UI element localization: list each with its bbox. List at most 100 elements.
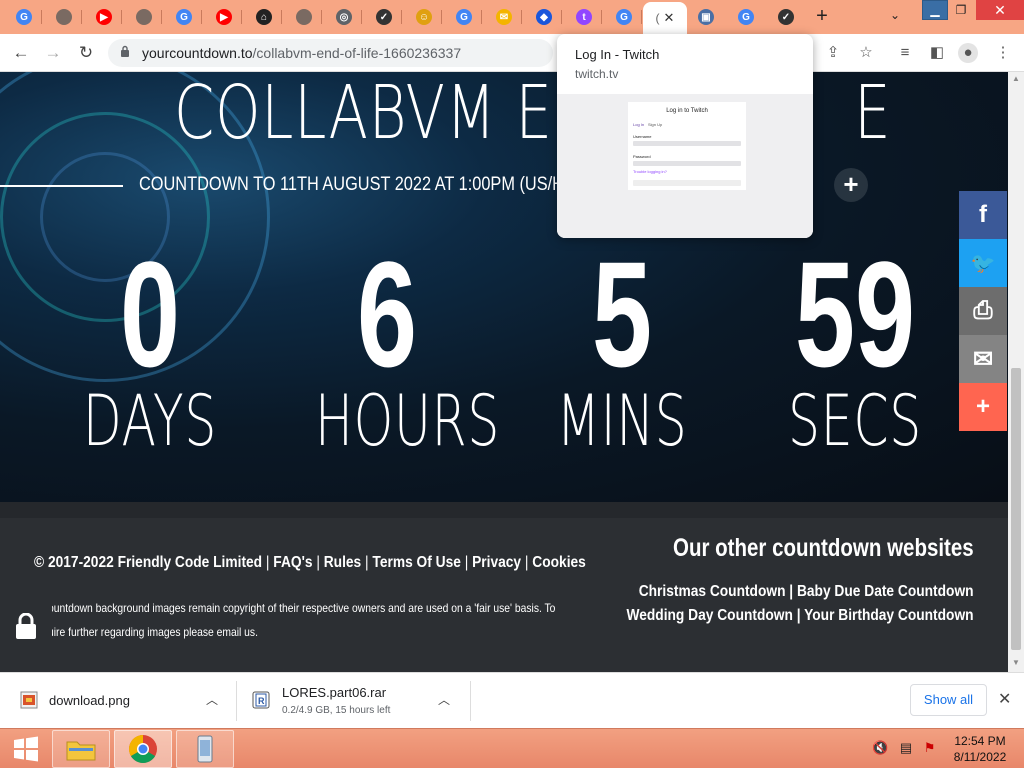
- tab-separator: [521, 10, 522, 24]
- url-path: /collabvm-end-of-life-1660236337: [252, 45, 462, 61]
- browser-tab[interactable]: G: [446, 3, 482, 31]
- twitter-icon[interactable]: 🐦: [959, 239, 1007, 287]
- footer-link-cookies[interactable]: Cookies: [532, 554, 586, 571]
- download-item[interactable]: R LORES.part06.rar 0.2/4.9 GB, 15 hours …: [252, 681, 462, 721]
- tab-search-chevron-icon[interactable]: ⌄: [890, 8, 900, 22]
- globe-icon: [296, 9, 312, 25]
- window-close-button[interactable]: ✕: [976, 0, 1024, 20]
- taskbar-file-explorer[interactable]: [52, 730, 110, 768]
- chevron-up-icon[interactable]: ︿: [206, 691, 218, 708]
- forward-arrow-icon[interactable]: →: [42, 42, 64, 64]
- media-controls-icon[interactable]: ≡: [895, 43, 915, 63]
- menu-kebab-icon[interactable]: ⋮: [993, 43, 1013, 63]
- close-tab-icon[interactable]: ✕: [664, 10, 675, 26]
- other-websites-line[interactable]: Wedding Day Countdown | Your Birthday Co…: [627, 604, 974, 628]
- restore-button[interactable]: ❐: [948, 0, 974, 20]
- volume-muted-icon[interactable]: 🔇: [872, 740, 888, 755]
- countdown-title-text: COLLABVM EN: [174, 72, 597, 156]
- email-icon[interactable]: ✉: [959, 335, 1007, 383]
- download-item[interactable]: download.png ︿: [20, 681, 230, 721]
- downloads-bar: download.png ︿ R LORES.part06.rar 0.2/4.…: [0, 672, 1024, 728]
- facebook-icon[interactable]: f: [959, 191, 1007, 239]
- google-icon: G: [176, 9, 192, 25]
- browser-tab[interactable]: t: [566, 3, 602, 31]
- start-button[interactable]: [0, 729, 52, 768]
- footer-link-terms[interactable]: Terms Of Use: [372, 554, 460, 571]
- scroll-thumb[interactable]: [1011, 368, 1021, 650]
- system-tray[interactable]: 🔇 ▤ ⚑: [872, 740, 935, 756]
- tab-separator: [321, 10, 322, 24]
- browser-tab[interactable]: ◆: [526, 3, 562, 31]
- network-icon[interactable]: ▤: [900, 740, 912, 755]
- countdown-title-tail: E: [854, 72, 892, 156]
- blue-logo-icon: ◆: [536, 9, 552, 25]
- page-scrollbar[interactable]: ▲ ▼: [1008, 72, 1024, 672]
- scroll-down-arrow-icon[interactable]: ▼: [1012, 658, 1020, 667]
- browser-tab[interactable]: [126, 3, 162, 31]
- browser-tab[interactable]: ☺: [406, 3, 442, 31]
- side-panel-icon[interactable]: ◧: [927, 43, 947, 63]
- google-icon: G: [16, 9, 32, 25]
- taskbar-chrome[interactable]: [114, 730, 172, 768]
- show-all-downloads-button[interactable]: Show all: [910, 684, 987, 716]
- address-bar[interactable]: yourcountdown.to/collabvm-end-of-life-16…: [108, 39, 553, 67]
- browser-tab[interactable]: ▣: [688, 3, 724, 31]
- taskbar-device-app[interactable]: [176, 730, 234, 768]
- browser-tab[interactable]: ▶: [86, 3, 122, 31]
- browser-tab[interactable]: G: [606, 3, 642, 31]
- share-icon[interactable]: ⇪: [823, 43, 843, 63]
- clock-date: 8/11/2022: [953, 750, 1007, 764]
- preview-login-button: [633, 180, 741, 186]
- more-plus-icon[interactable]: +: [959, 383, 1007, 431]
- browser-tab[interactable]: ✉: [486, 3, 522, 31]
- globe-icon: [136, 9, 152, 25]
- youtube-icon: ▶: [96, 9, 112, 25]
- browser-tab[interactable]: [286, 3, 322, 31]
- image-file-icon: [20, 691, 38, 709]
- browser-tab[interactable]: G: [166, 3, 202, 31]
- back-arrow-icon[interactable]: ←: [10, 42, 32, 64]
- footer-link-rules[interactable]: Rules: [324, 554, 361, 571]
- browser-tab[interactable]: ✓: [768, 3, 804, 31]
- action-center-icon[interactable]: ⚑: [924, 740, 936, 755]
- other-websites-line[interactable]: Christmas Countdown | Baby Due Date Coun…: [627, 580, 974, 604]
- countdown-subtitle: COUNTDOWN TO 11TH AUGUST 2022 AT 1:00PM …: [139, 174, 605, 195]
- browser-tab[interactable]: ⌂: [246, 3, 282, 31]
- scroll-up-arrow-icon[interactable]: ▲: [1012, 74, 1020, 83]
- footer-link-privacy[interactable]: Privacy: [472, 554, 521, 571]
- lock-badge[interactable]: [0, 598, 52, 654]
- preview-trouble-link: Trouble logging in?: [633, 169, 667, 174]
- browser-tab[interactable]: G: [728, 3, 764, 31]
- countdown-unit-hours: 6 HOURS: [287, 239, 501, 462]
- browser-tab[interactable]: [46, 3, 82, 31]
- reload-icon[interactable]: ↻: [75, 42, 97, 64]
- browser-tab[interactable]: ✓: [366, 3, 402, 31]
- minimize-button[interactable]: ▁: [922, 0, 948, 20]
- hover-card-title: Log In - Twitch: [575, 47, 660, 62]
- countdown-label: DAYS: [82, 380, 218, 462]
- print-icon[interactable]: ⎙: [959, 287, 1007, 335]
- preview-password-label: Password: [633, 154, 651, 159]
- chevron-up-icon[interactable]: ︿: [438, 691, 450, 708]
- youtube-icon: ▶: [216, 9, 232, 25]
- profile-avatar-icon[interactable]: ●: [958, 43, 978, 63]
- url-domain: yourcountdown.to: [142, 45, 253, 61]
- tab-separator: [441, 10, 442, 24]
- tab-separator: [641, 10, 642, 24]
- browser-toolbar: ← → ↻ yourcountdown.to/collabvm-end-of-l…: [0, 34, 1024, 72]
- folder-icon: [66, 741, 96, 761]
- countdown-hero: COLLABVM EN E COUNTDOWN TO 11TH AUGUST 20…: [0, 72, 1008, 502]
- active-browser-tab[interactable]: (✕: [643, 2, 687, 34]
- footer-link-faq[interactable]: FAQ's: [273, 554, 312, 571]
- countdown-label: HOURS: [315, 380, 501, 462]
- browser-tab[interactable]: ▶: [206, 3, 242, 31]
- add-plus-button[interactable]: +: [834, 168, 868, 202]
- browser-tab[interactable]: ◎: [326, 3, 362, 31]
- divider: [470, 681, 471, 721]
- close-downloads-icon[interactable]: ✕: [998, 689, 1011, 709]
- browser-tab[interactable]: G: [6, 3, 42, 31]
- taskbar-clock[interactable]: 12:54 PM 8/11/2022: [950, 733, 1010, 765]
- tab-separator: [361, 10, 362, 24]
- bookmark-star-icon[interactable]: ☆: [856, 43, 876, 63]
- new-tab-button[interactable]: +: [811, 5, 833, 27]
